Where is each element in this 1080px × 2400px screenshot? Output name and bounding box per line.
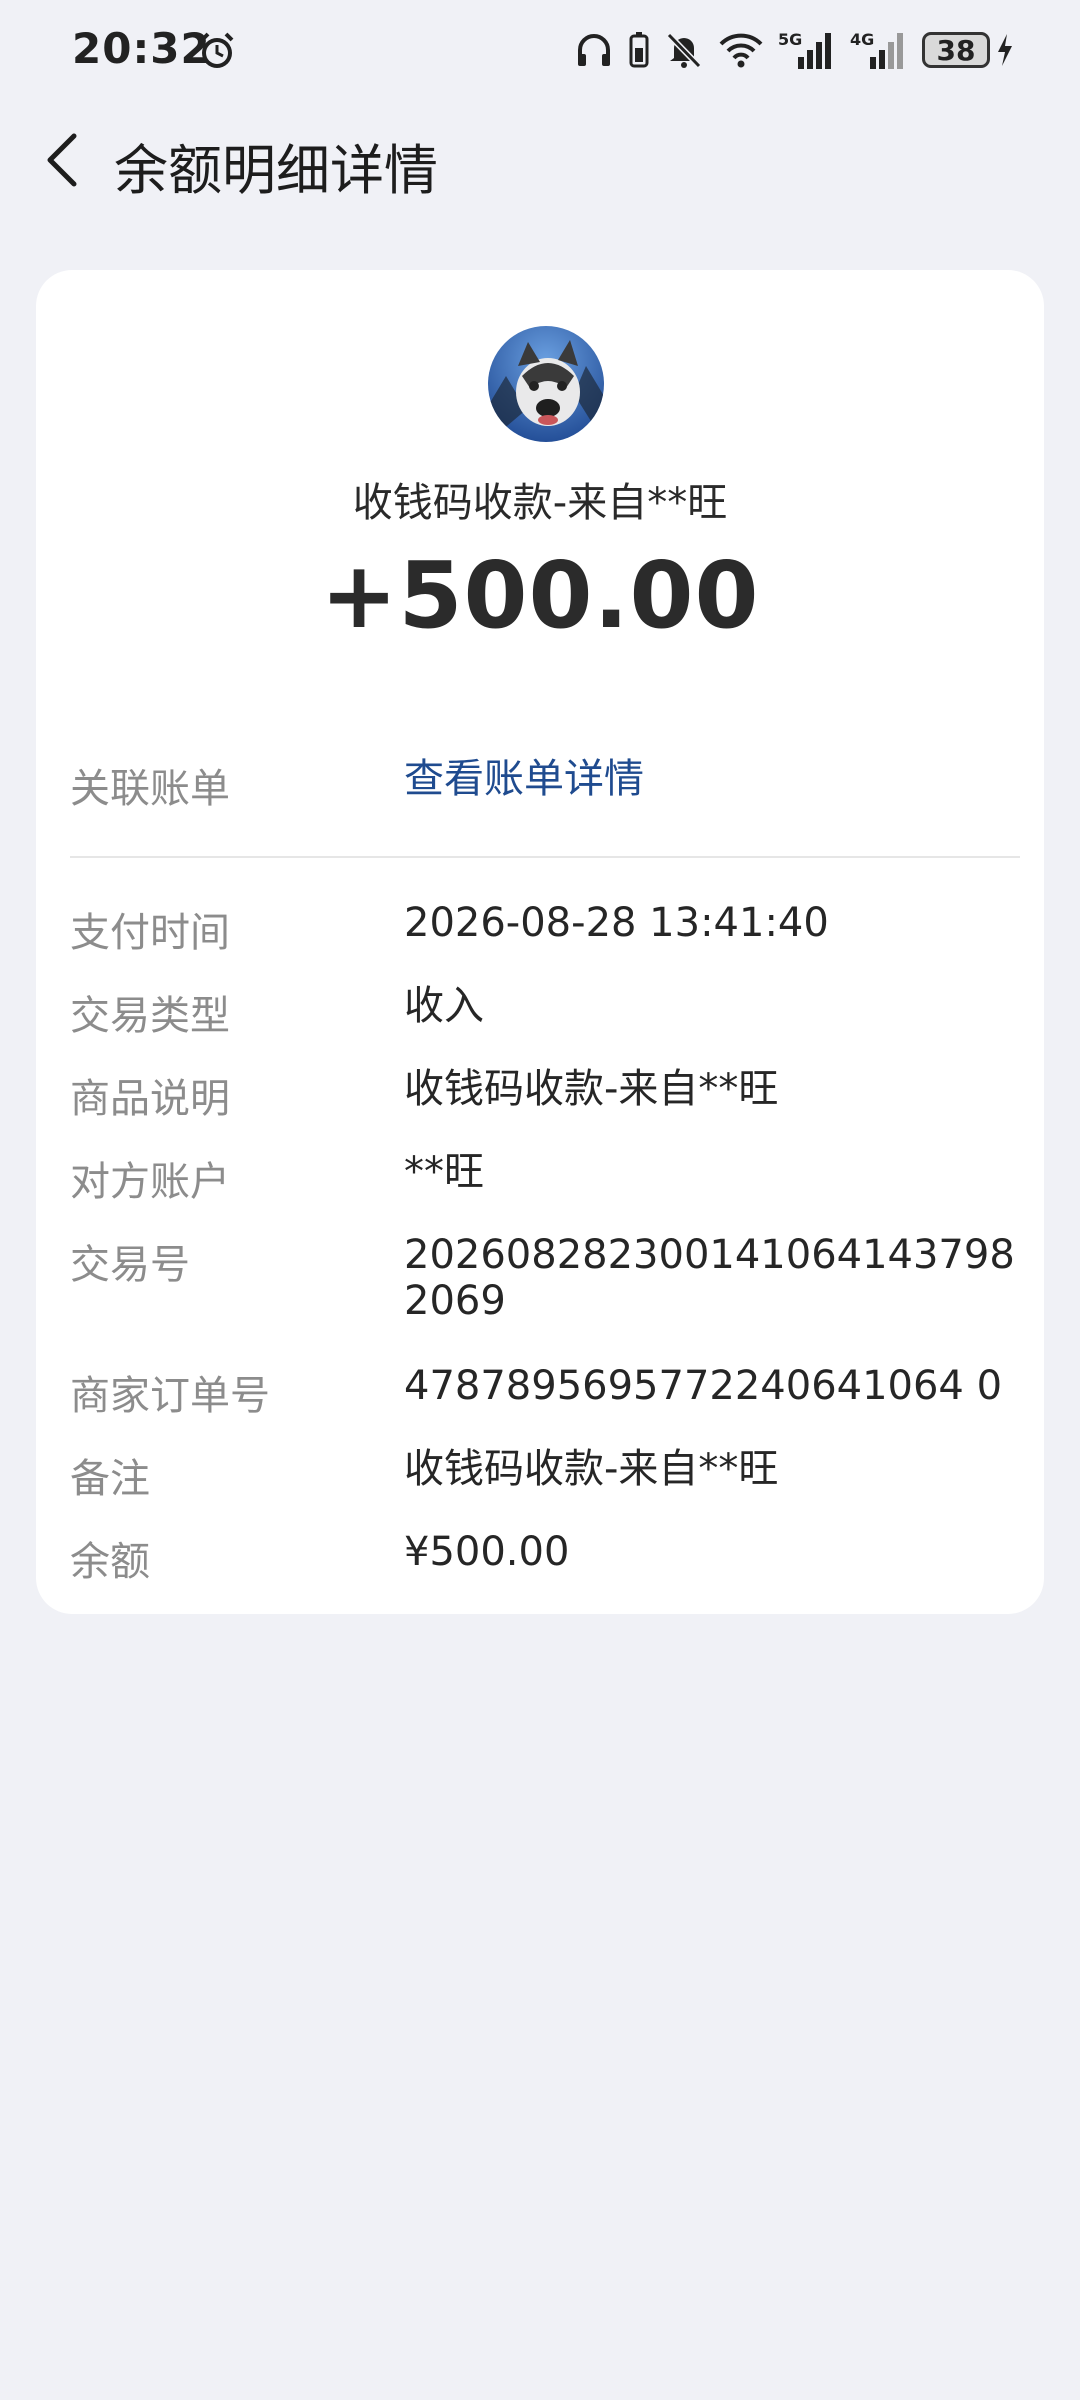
transaction-amount: +500.00 — [320, 542, 760, 649]
counterparty-label: 对方账户 — [70, 1159, 230, 1205]
status-bar: 20:32 5G 4G 38 — [0, 0, 1080, 100]
balance-label: 余额 — [70, 1539, 150, 1585]
linked-bill-label: 关联账单 — [70, 766, 230, 812]
battery-level: 38 — [922, 32, 990, 68]
merchant-order-number-value: 4787895695772240641064 0 — [404, 1363, 1003, 1409]
divider — [70, 856, 1020, 858]
alarm-icon — [196, 30, 238, 72]
remark-value: 收钱码收款-来自**旺 — [404, 1446, 779, 1492]
svg-text:4G: 4G — [850, 30, 874, 49]
headphones-icon — [574, 30, 614, 70]
payment-time-label: 支付时间 — [70, 910, 230, 956]
counterparty-value: **旺 — [404, 1149, 484, 1195]
page-title: 余额明细详情 — [114, 139, 438, 202]
avatar — [488, 326, 604, 442]
payment-time-value: 2026-08-28 13:41:40 — [404, 900, 829, 946]
back-button[interactable] — [30, 128, 94, 192]
balance-value: ¥500.00 — [404, 1529, 570, 1575]
5g-signal-icon: 5G — [778, 29, 836, 71]
svg-text:5G: 5G — [778, 30, 802, 49]
charging-icon — [996, 32, 1014, 68]
mute-icon — [664, 30, 704, 70]
transaction-type-value: 收入 — [404, 983, 484, 1029]
remark-label: 备注 — [70, 1456, 150, 1502]
product-description-label: 商品说明 — [70, 1076, 230, 1122]
product-description-value: 收钱码收款-来自**旺 — [404, 1066, 779, 1112]
merchant-name: 收钱码收款-来自**旺 — [352, 480, 728, 526]
transaction-number-value: 2026082823001410641437982069 — [404, 1232, 1015, 1324]
battery-saver-icon — [628, 30, 650, 70]
header: 余额明细详情 — [0, 110, 1080, 210]
merchant-order-number-label: 商家订单号 — [70, 1373, 270, 1419]
detail-card: 收钱码收款-来自**旺 +500.00 关联账单 查看账单详情 支付时间 202… — [36, 270, 1044, 1614]
back-arrow-icon — [47, 133, 77, 187]
transaction-number-label: 交易号 — [70, 1242, 190, 1288]
status-time: 20:32 — [72, 24, 211, 73]
view-bill-details-link[interactable]: 查看账单详情 — [404, 756, 1004, 802]
battery-icon: 38 — [922, 32, 990, 68]
4g-signal-icon: 4G — [850, 29, 908, 71]
wifi-icon — [718, 30, 764, 70]
transaction-type-label: 交易类型 — [70, 993, 230, 1039]
